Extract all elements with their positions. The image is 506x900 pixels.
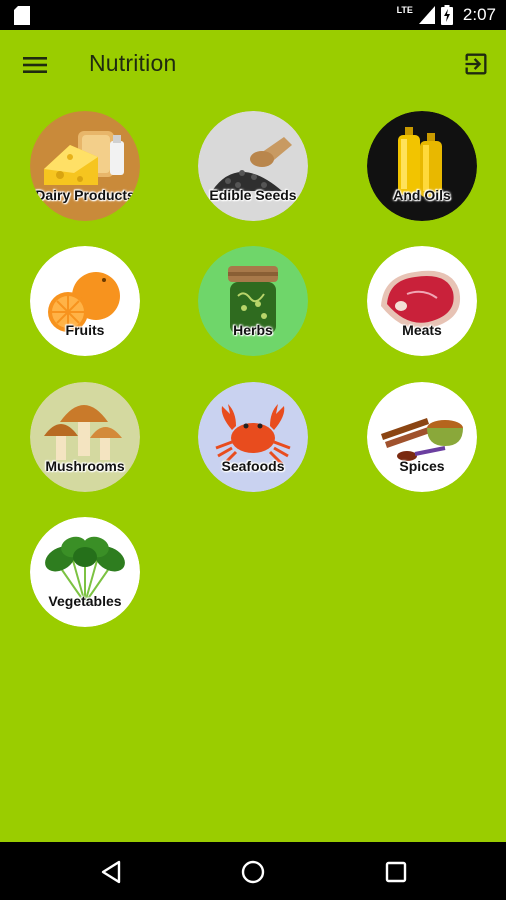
category-label: Edible Seeds (209, 187, 297, 203)
status-bar: LTE 2:07 (0, 0, 506, 30)
edible-seeds-icon (198, 111, 308, 221)
status-clock: 2:07 (462, 5, 496, 24)
dairy-products-icon (30, 111, 140, 221)
spinach-icon (30, 517, 140, 627)
status-icons: LTE 2:07 (397, 3, 496, 27)
battery-charging-icon (440, 5, 453, 25)
category-label: Seafoods (221, 458, 285, 474)
crab-icon (198, 382, 308, 492)
herbs-jar-icon (198, 246, 308, 356)
signal-icon (418, 6, 435, 24)
category-spices[interactable]: Spices (367, 382, 477, 492)
category-fruits[interactable]: Fruits (30, 246, 140, 356)
category-label: Fruits (65, 322, 105, 338)
mushrooms-icon (30, 382, 140, 492)
category-label: Spices (399, 458, 445, 474)
category-seafoods[interactable]: Seafoods (198, 382, 308, 492)
category-label: Vegetables (48, 593, 122, 609)
category-label: Dairy Products (35, 187, 135, 203)
category-edible-seeds[interactable]: Edible Seeds (198, 111, 308, 221)
category-herbs[interactable]: Herbs (198, 246, 308, 356)
oil-bottles-icon (367, 111, 477, 221)
category-label: And Oils (393, 187, 451, 203)
recents-icon[interactable] (381, 857, 411, 887)
category-label: Meats (402, 322, 442, 338)
app-screen: Nutrition Dairy Products Edible Seeds An… (0, 30, 506, 842)
category-label: Mushrooms (45, 458, 125, 474)
back-icon[interactable] (97, 857, 127, 887)
orange-fruit-icon (30, 246, 140, 356)
spices-icon (367, 382, 477, 492)
category-meats[interactable]: Meats (367, 246, 477, 356)
network-type-label: LTE (396, 5, 413, 15)
home-icon[interactable] (238, 857, 268, 887)
category-grid: Dairy Products Edible Seeds And Oils Fru… (0, 30, 506, 842)
category-mushrooms[interactable]: Mushrooms (30, 382, 140, 492)
category-label: Herbs (233, 322, 273, 338)
navigation-bar (0, 842, 506, 900)
category-oils[interactable]: And Oils (367, 111, 477, 221)
steak-icon (367, 246, 477, 356)
category-dairy-products[interactable]: Dairy Products (30, 111, 140, 221)
category-vegetables[interactable]: Vegetables (30, 517, 140, 627)
sd-card-icon (14, 6, 30, 25)
